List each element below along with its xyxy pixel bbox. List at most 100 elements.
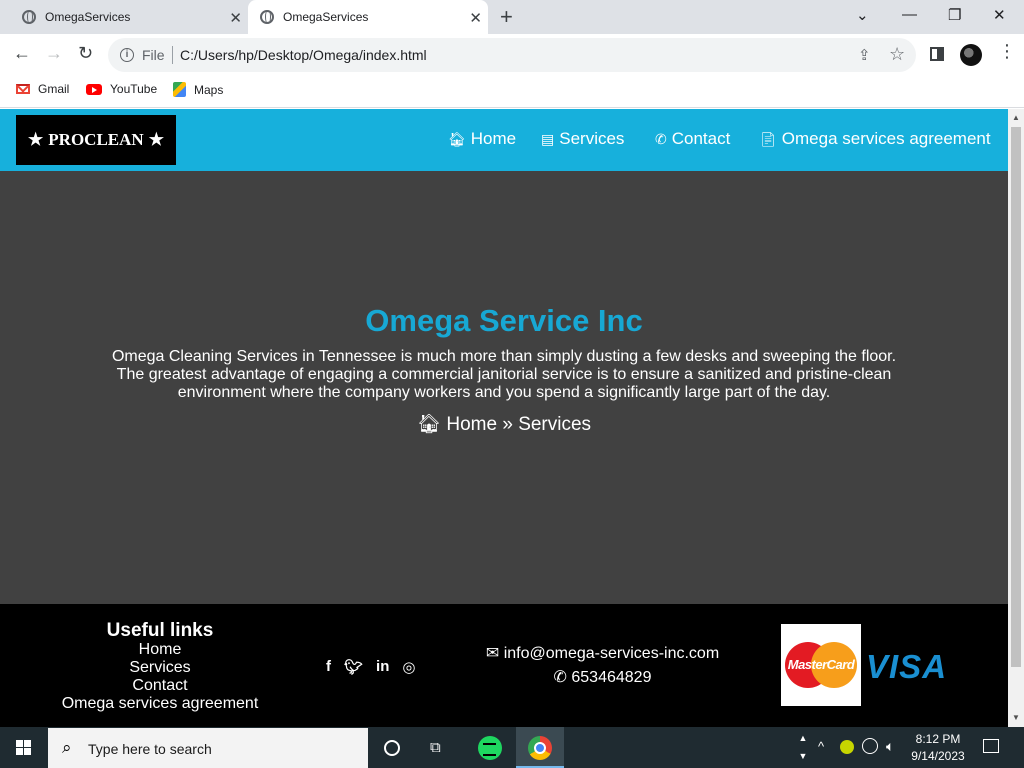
- document-icon: 📄︎: [759, 130, 777, 147]
- bookmarks-bar: Gmail YouTube Maps: [0, 76, 1024, 108]
- clock-date[interactable]: 9/14/2023: [908, 749, 968, 763]
- site-logo[interactable]: ★ PROCLEAN ★: [16, 115, 176, 165]
- mastercard-logo: MasterCard: [781, 624, 861, 706]
- nav-contact[interactable]: ✆ Contact: [655, 129, 730, 149]
- windows-start-icon[interactable]: [16, 740, 32, 756]
- search-placeholder: Type here to search: [88, 741, 212, 757]
- info-icon[interactable]: i: [120, 48, 134, 62]
- share-icon[interactable]: ⇪: [858, 46, 871, 64]
- bookmark-maps[interactable]: Maps: [173, 82, 223, 97]
- scroll-down-arrow-icon[interactable]: ▼: [1012, 713, 1020, 722]
- close-tab-icon[interactable]: ✕: [229, 9, 242, 27]
- chrome-taskbar-button[interactable]: [516, 727, 564, 768]
- phone-icon: ✆: [655, 130, 667, 147]
- phone-icon: ✆: [553, 669, 567, 686]
- notifications-icon[interactable]: [983, 739, 999, 753]
- site-header: ★ PROCLEAN ★ 🏠︎ Home ▤ Services ✆ Contac…: [0, 109, 1008, 171]
- bookmark-gmail[interactable]: Gmail: [16, 82, 69, 96]
- cortana-icon[interactable]: [384, 740, 400, 756]
- browser-tab-strip: OmegaServices ✕ OmegaServices ✕ + ⌄ — ❐ …: [0, 0, 1024, 34]
- hero-title: Omega Service Inc: [365, 303, 643, 338]
- restore-button[interactable]: ❐: [948, 6, 961, 24]
- useful-links-list: Home Services Contact Omega services agr…: [40, 641, 280, 713]
- visa-logo: VISA: [866, 648, 948, 685]
- linkedin-icon[interactable]: in: [376, 658, 389, 676]
- nav-label: Omega services agreement: [781, 129, 991, 148]
- nav-label: Services: [559, 129, 625, 148]
- browser-toolbar: ← → ↻ i File C:/Users/hp/Desktop/Omega/i…: [0, 34, 1024, 76]
- globe-icon: [260, 10, 274, 24]
- email-link[interactable]: info@omega-services-inc.com: [504, 645, 719, 662]
- volume-icon[interactable]: 🔈︎: [886, 738, 894, 755]
- footer-link-contact[interactable]: Contact: [132, 677, 187, 694]
- browser-tab-2-active[interactable]: OmegaServices ✕: [248, 0, 488, 34]
- useful-links-title: Useful links: [106, 620, 214, 641]
- globe-icon: [22, 10, 36, 24]
- contact-phone: ✆ 653464829: [400, 667, 805, 687]
- new-tab-button[interactable]: +: [500, 4, 513, 30]
- close-tab-icon[interactable]: ✕: [469, 9, 482, 27]
- nav-home[interactable]: 🏠︎ Home: [448, 129, 516, 149]
- profile-avatar[interactable]: [960, 44, 982, 66]
- facebook-icon[interactable]: f: [326, 658, 331, 676]
- windows-taskbar: ⌕ Type here to search ⧉ ▲ ▼ ^ 🔈︎ 8:12 PM …: [0, 727, 1024, 768]
- breadcrumb-home[interactable]: Home: [446, 414, 497, 435]
- address-separator: [172, 46, 173, 64]
- network-icon[interactable]: [862, 738, 878, 754]
- bookmark-star-icon[interactable]: ☆: [889, 44, 905, 65]
- nav-label: Contact: [671, 129, 731, 148]
- url-text[interactable]: C:/Users/hp/Desktop/Omega/index.html: [180, 47, 427, 63]
- star-icon: ★: [28, 130, 44, 149]
- nav-services[interactable]: ▤ Services: [541, 129, 624, 149]
- nav-label: Home: [470, 129, 517, 148]
- logo-text: PROCLEAN: [48, 130, 144, 149]
- browser-tab-1[interactable]: OmegaServices ✕: [8, 0, 248, 34]
- gmail-icon: [16, 84, 30, 94]
- task-view-icon[interactable]: ⧉: [430, 739, 441, 756]
- contact-email: ✉ info@omega-services-inc.com: [400, 643, 805, 663]
- scroll-up-arrow-icon[interactable]: ▲: [1012, 113, 1020, 122]
- bookmark-youtube[interactable]: YouTube: [86, 82, 157, 96]
- tray-chevron-up-icon[interactable]: ^: [818, 739, 824, 754]
- bookmark-label: Maps: [194, 82, 224, 97]
- footer-link-agreement[interactable]: Omega services agreement: [62, 695, 259, 712]
- tray-app-icon[interactable]: [840, 740, 854, 754]
- youtube-icon: [86, 83, 102, 95]
- home-icon: 🏠︎: [416, 414, 442, 435]
- scheme-label: File: [142, 47, 165, 63]
- envelope-icon: ✉: [485, 645, 500, 662]
- page-viewport: ★ PROCLEAN ★ 🏠︎ Home ▤ Services ✆ Contac…: [0, 109, 1008, 727]
- spotify-icon[interactable]: [478, 736, 502, 760]
- tab-title: OmegaServices: [45, 10, 131, 24]
- twitter-icon[interactable]: 🐦︎: [344, 658, 363, 676]
- site-footer: Useful links Home Services Contact Omega…: [0, 604, 1008, 727]
- forward-button[interactable]: →: [45, 43, 63, 64]
- reload-button[interactable]: ↻: [78, 43, 93, 64]
- page-scrollbar[interactable]: ▲ ▼: [1008, 109, 1024, 727]
- double-chevron-right-icon: »: [502, 414, 513, 435]
- tab-search-icon[interactable]: ⌄: [856, 6, 869, 24]
- footer-link-services[interactable]: Services: [129, 659, 190, 676]
- nav-agreement[interactable]: 📄︎ Omega services agreement: [759, 129, 991, 149]
- star-icon: ★: [148, 130, 164, 149]
- browser-menu-icon[interactable]: ⋮: [998, 41, 1016, 62]
- services-icon: ▤: [541, 130, 555, 147]
- taskbar-search-box[interactable]: ⌕ Type here to search: [48, 728, 368, 768]
- minimize-button[interactable]: —: [902, 6, 917, 23]
- side-panel-icon[interactable]: [930, 47, 944, 61]
- taskbar-scroll-arrows[interactable]: ▲ ▼: [796, 729, 810, 766]
- bookmark-label: YouTube: [110, 82, 158, 96]
- clock-time[interactable]: 8:12 PM: [908, 732, 968, 746]
- maps-icon: [173, 82, 186, 97]
- bookmark-label: Gmail: [38, 82, 70, 96]
- close-window-button[interactable]: ✕: [993, 6, 1006, 24]
- chrome-icon: [528, 736, 552, 760]
- footer-link-home[interactable]: Home: [139, 641, 182, 658]
- address-bar[interactable]: i File C:/Users/hp/Desktop/Omega/index.h…: [108, 38, 916, 72]
- scroll-thumb[interactable]: [1011, 127, 1021, 667]
- home-icon: 🏠︎: [448, 130, 466, 147]
- back-button[interactable]: ←: [13, 43, 31, 64]
- search-icon: ⌕: [62, 738, 72, 757]
- tab-title: OmegaServices: [283, 10, 369, 24]
- phone-number: 653464829: [571, 669, 652, 686]
